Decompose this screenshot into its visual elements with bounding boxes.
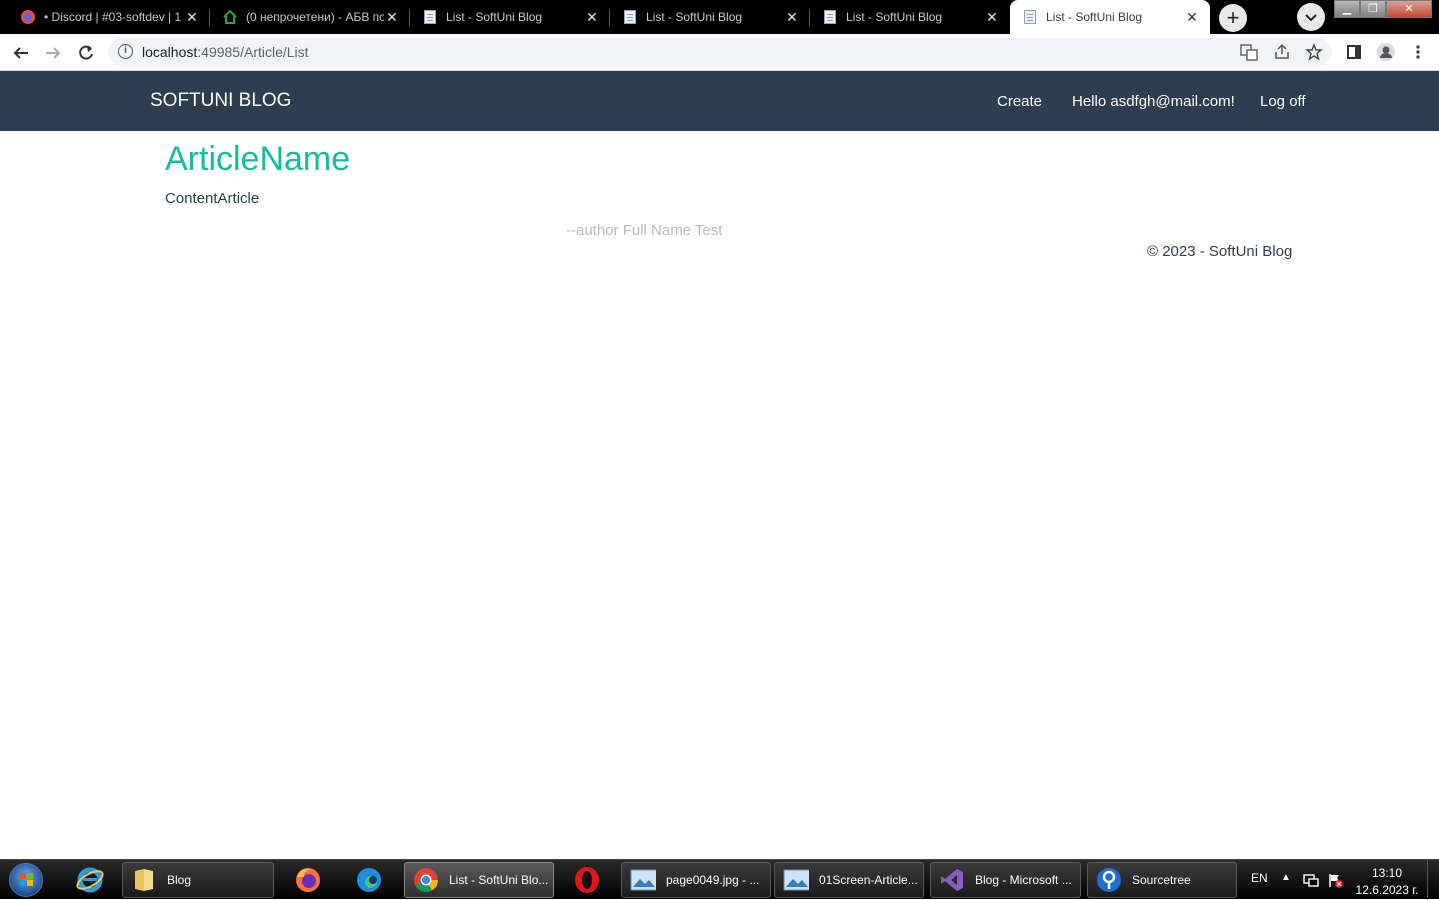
firefox-button[interactable] <box>280 862 336 898</box>
taskbar-item-blog-folder[interactable]: Blog <box>122 862 274 898</box>
back-button[interactable] <box>8 40 34 66</box>
close-tab-icon[interactable]: ✕ <box>384 9 400 25</box>
tab-title: List - SoftUni Blog <box>646 10 743 24</box>
bookmark-star-icon[interactable] <box>1304 42 1324 62</box>
tab-abv[interactable]: (0 непрочетени) - АБВ по ✕ <box>210 0 410 34</box>
visual-studio-icon <box>939 867 965 893</box>
create-link[interactable]: Create <box>997 93 1042 110</box>
document-icon <box>422 9 438 25</box>
profile-avatar-icon[interactable] <box>1376 42 1396 62</box>
folder-icon <box>131 867 157 893</box>
windows-logo-icon <box>9 863 43 897</box>
language-indicator[interactable]: EN <box>1251 871 1268 885</box>
opera-button[interactable] <box>559 862 615 898</box>
new-tab-button[interactable]: + <box>1219 4 1247 32</box>
tab-title: List - SoftUni Blog <box>846 10 943 24</box>
site-navbar: SOFTUNI BLOG Create Hello asdfgh@mail.co… <box>0 71 1439 131</box>
document-icon <box>1022 9 1038 25</box>
show-desktop-button[interactable] <box>1427 860 1439 900</box>
window-close-button[interactable]: ✕ <box>1386 0 1432 18</box>
tab-title: • Discord | #03-softdev | 1 <box>44 10 182 24</box>
taskbar-item-label: List - SoftUni Blo... <box>449 873 549 887</box>
close-tab-icon[interactable]: ✕ <box>184 9 200 25</box>
discord-icon <box>20 9 36 25</box>
side-panel-icon[interactable] <box>1344 42 1364 62</box>
taskbar-item-label: Blog <box>167 873 192 887</box>
translate-icon[interactable] <box>1239 42 1259 62</box>
close-tab-icon[interactable]: ✕ <box>1184 9 1200 25</box>
taskbar-item-visual-studio[interactable]: Blog - Microsoft ... <box>930 862 1081 898</box>
system-clock[interactable]: 13:10 12.6.2023 г. <box>1352 865 1422 899</box>
window-controls: ▁ ❐ ✕ <box>1334 0 1432 20</box>
firefox-icon <box>296 868 320 892</box>
network-icon[interactable] <box>1303 872 1319 891</box>
taskbar-item-page0049[interactable]: page0049.jpg - ... <box>621 862 771 898</box>
taskbar-item-sourcetree[interactable]: Sourcetree <box>1087 862 1237 898</box>
edge-icon <box>357 868 381 892</box>
start-button[interactable] <box>4 861 48 899</box>
taskbar-item-label: 01Screen-Article... <box>819 873 918 887</box>
close-tab-icon[interactable]: ✕ <box>984 9 1000 25</box>
url-host: localhost <box>142 44 198 60</box>
url-path: :49985/Article/List <box>197 44 309 60</box>
tab-title: (0 непрочетени) - АБВ по <box>246 10 384 24</box>
image-viewer-icon <box>630 867 656 893</box>
browser-tab-strip: • Discord | #03-softdev | 1 ✕ (0 непроче… <box>0 0 1439 34</box>
tab-discord[interactable]: • Discord | #03-softdev | 1 ✕ <box>8 0 210 34</box>
url-text[interactable]: localhost:49985/Article/List <box>142 44 309 60</box>
share-icon[interactable] <box>1272 42 1292 62</box>
page-footer: © 2023 - SoftUni Blog <box>1147 243 1293 260</box>
site-info-icon[interactable]: i <box>118 44 133 59</box>
forward-arrow-icon <box>46 47 61 59</box>
tab-list-2[interactable]: List - SoftUni Blog ✕ <box>610 0 810 34</box>
forward-button[interactable] <box>40 40 66 66</box>
article-author: --author Full Name Test <box>566 222 723 239</box>
close-tab-icon[interactable]: ✕ <box>584 9 600 25</box>
image-viewer-icon <box>783 867 809 893</box>
clock-time: 13:10 <box>1371 866 1403 880</box>
edge-button[interactable] <box>341 862 397 898</box>
tab-search-button[interactable] <box>1297 3 1325 31</box>
internet-explorer-icon <box>76 867 104 893</box>
internet-explorer-button[interactable] <box>62 862 118 898</box>
user-greeting-link[interactable]: Hello asdfgh@mail.com! <box>1072 93 1235 110</box>
reload-icon <box>79 45 93 60</box>
restore-button[interactable]: ❐ <box>1360 0 1386 18</box>
document-icon <box>622 9 638 25</box>
windows-taskbar: Blog List - SoftUni Blo... page0049.jpg … <box>0 859 1439 900</box>
taskbar-item-label: Blog - Microsoft ... <box>975 873 1072 887</box>
more-menu-icon[interactable] <box>1408 42 1428 62</box>
taskbar-item-01screen[interactable]: 01Screen-Article... <box>774 862 924 898</box>
tab-list-1[interactable]: List - SoftUni Blog ✕ <box>410 0 610 34</box>
site-brand-link[interactable]: SOFTUNI BLOG <box>150 90 291 112</box>
opera-icon <box>575 867 599 893</box>
close-tab-icon[interactable]: ✕ <box>784 9 800 25</box>
document-icon <box>822 9 838 25</box>
logoff-link[interactable]: Log off <box>1260 93 1306 110</box>
minimize-button[interactable]: ▁ <box>1334 0 1360 18</box>
tab-title: List - SoftUni Blog <box>446 10 543 24</box>
address-bar[interactable]: i localhost:49985/Article/List <box>108 38 1332 66</box>
action-center-flag-icon[interactable] <box>1327 872 1343 891</box>
article-content: ContentArticle <box>165 190 260 207</box>
chevron-down-icon <box>1305 14 1317 22</box>
tab-title: List - SoftUni Blog <box>1046 10 1143 24</box>
home-icon <box>222 9 238 25</box>
back-arrow-icon <box>13 47 28 59</box>
reload-button[interactable] <box>73 40 99 66</box>
browser-toolbar: i localhost:49985/Article/List <box>0 34 1439 71</box>
tab-list-active[interactable]: List - SoftUni Blog ✕ <box>1010 0 1210 34</box>
taskbar-item-label: page0049.jpg - ... <box>666 873 760 887</box>
tab-list-3[interactable]: List - SoftUni Blog ✕ <box>810 0 1010 34</box>
show-hidden-icons-icon[interactable]: ▲ <box>1281 872 1291 883</box>
article-title: ArticleName <box>165 140 351 178</box>
clock-date: 12.6.2023 г. <box>1355 883 1419 897</box>
sourcetree-icon <box>1096 867 1122 893</box>
taskbar-item-chrome[interactable]: List - SoftUni Blo... <box>404 862 554 898</box>
chrome-icon <box>413 867 439 893</box>
taskbar-item-label: Sourcetree <box>1132 873 1191 887</box>
